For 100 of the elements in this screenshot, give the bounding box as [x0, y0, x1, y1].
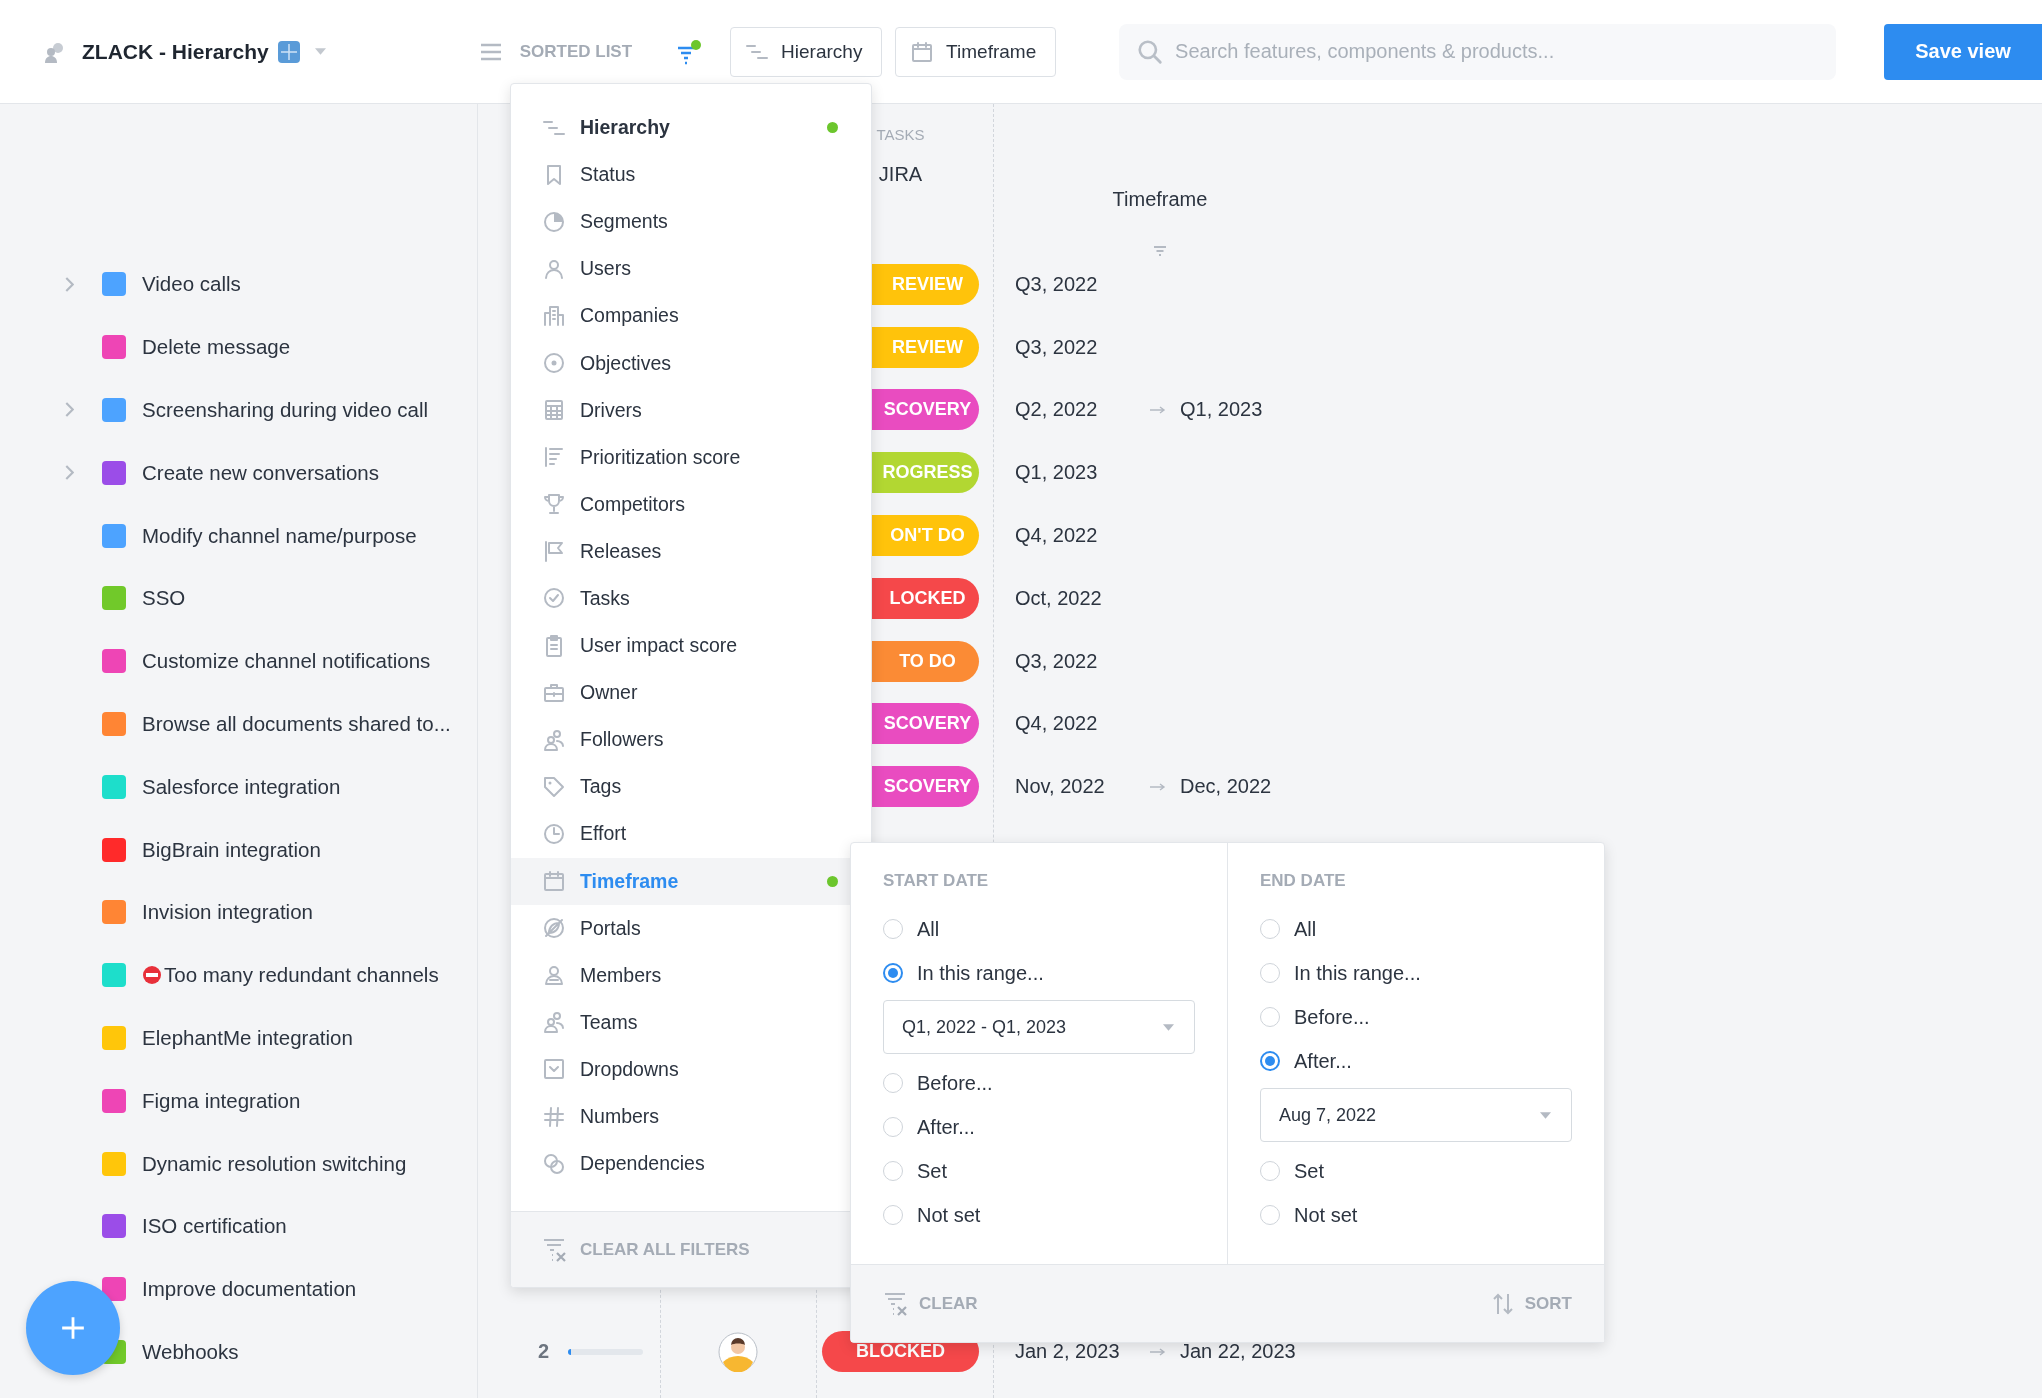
menu-item[interactable]: Drivers	[511, 386, 871, 434]
hash-icon	[542, 1104, 566, 1129]
feature-name[interactable]: Screensharing during video call	[142, 398, 429, 422]
menu-item[interactable]: Tasks	[511, 574, 871, 623]
start-date: Q4, 2022	[1015, 524, 1099, 548]
radio-option[interactable]: Before...	[1260, 995, 1572, 1039]
row-number: 2	[538, 1340, 551, 1364]
menu-item[interactable]: Numbers	[511, 1092, 871, 1141]
menu-item[interactable]: User impact score	[511, 622, 871, 670]
date-dropdown[interactable]: Aug 7, 2022	[1260, 1088, 1572, 1142]
dropdown-icon	[542, 1057, 566, 1082]
calculator-icon	[542, 398, 566, 423]
trophy-icon	[542, 492, 566, 517]
check-circle-icon	[542, 586, 566, 611]
tag-icon	[542, 774, 566, 799]
end-date: Q1, 2023	[1180, 398, 1264, 422]
feature-name[interactable]: BigBrain integration	[142, 837, 321, 862]
feature-name[interactable]: Salesforce integration	[142, 774, 341, 799]
buildings-icon	[542, 303, 566, 328]
search-input[interactable]: Search features, components & products...	[1173, 39, 1837, 64]
start-date: Q1, 2023	[1015, 461, 1099, 485]
radio-option[interactable]: In this range...	[1260, 951, 1572, 995]
filter-icon[interactable]	[1153, 245, 1167, 257]
link-icon	[542, 1151, 566, 1176]
feature-name[interactable]: Modify channel name/purpose	[142, 523, 417, 548]
chevron-icon[interactable]	[65, 402, 74, 418]
feature-name[interactable]: Video calls	[142, 272, 241, 297]
caret-icon	[1163, 1023, 1174, 1031]
chevron-icon[interactable]	[65, 465, 74, 481]
menu-item[interactable]: Users	[511, 245, 871, 293]
menu-item[interactable]: Followers	[511, 716, 871, 764]
menu-item[interactable]: Segments	[511, 198, 871, 246]
feature-name[interactable]: Dynamic resolution switching	[142, 1151, 407, 1176]
toolbar-button[interactable]: Timeframe	[895, 26, 1057, 77]
menu-item[interactable]: Status	[511, 151, 871, 199]
menu-item[interactable]: Hierarchy	[511, 104, 871, 152]
menu-item[interactable]: Tags	[511, 763, 871, 811]
radio-option[interactable]: Not set	[883, 1193, 1195, 1237]
radio-option[interactable]: All	[1260, 907, 1572, 951]
feature-name[interactable]: Too many redundant channels	[164, 963, 439, 988]
start-date: Q3, 2022	[1015, 335, 1099, 359]
menu-item[interactable]: Members	[511, 951, 871, 999]
filter-icon[interactable]	[676, 38, 703, 65]
radio-option[interactable]: In this range...	[883, 951, 1195, 995]
end-date: Jan 22, 2023	[1180, 1340, 1297, 1364]
column-header[interactable]: Timeframe	[1112, 188, 1208, 211]
search-field[interactable]: Search features, components & products...	[1119, 23, 1837, 80]
feature-name[interactable]: Customize channel notifications	[142, 649, 431, 674]
status-badge[interactable]: LOCKED	[872, 577, 979, 619]
menu-item[interactable]: Objectives	[511, 339, 871, 387]
add-button[interactable]	[26, 1281, 120, 1375]
feature-name[interactable]: ElephantMe integration	[142, 1025, 353, 1050]
menu-item[interactable]: Portals	[511, 904, 871, 952]
feature-name[interactable]: Figma integration	[142, 1088, 301, 1113]
feature-name[interactable]: Invision integration	[142, 900, 313, 925]
start-date: Nov, 2022	[1015, 775, 1106, 799]
feature-name[interactable]: Browse all documents shared to...	[142, 711, 451, 736]
column-header[interactable]: JIRA	[878, 163, 923, 186]
menu-item[interactable]: Competitors	[511, 480, 871, 528]
start-date: Q3, 2022	[1015, 649, 1099, 673]
plus-icon	[60, 1315, 86, 1341]
caret-icon[interactable]	[314, 48, 326, 55]
menu-icon	[479, 42, 502, 61]
menu-item[interactable]: Dropdowns	[511, 1045, 871, 1093]
radio-option[interactable]: After...	[1260, 1039, 1572, 1083]
avatar	[718, 1331, 758, 1372]
start-date: Oct, 2022	[1015, 586, 1103, 610]
menu-item[interactable]: Companies	[511, 292, 871, 340]
menu-item[interactable]: Releases	[511, 527, 871, 575]
user-icon	[542, 963, 566, 988]
start-date: Jan 2, 2023	[1015, 1340, 1121, 1364]
menu-item[interactable]: Effort	[511, 810, 871, 858]
menu-item[interactable]: Dependencies	[511, 1140, 871, 1188]
start-date: Q3, 2022	[1015, 272, 1099, 296]
menu-item[interactable]: Teams	[511, 998, 871, 1046]
feature-name[interactable]: Improve documentation	[142, 1277, 357, 1302]
pie-chart-icon	[542, 209, 566, 234]
view-title[interactable]: ZLACK - Hierarchy	[82, 39, 269, 64]
radio-option[interactable]: Not set	[1260, 1193, 1572, 1237]
radio-option[interactable]: All	[883, 907, 1195, 951]
feature-name[interactable]: Delete message	[142, 335, 291, 360]
radio-option[interactable]: Set	[883, 1149, 1195, 1193]
feature-name[interactable]: ISO certification	[142, 1214, 287, 1239]
feature-name[interactable]: Webhooks	[142, 1339, 239, 1364]
start-date: Q2, 2022	[1015, 398, 1099, 422]
radio-option[interactable]: Before...	[883, 1061, 1195, 1105]
menu-item[interactable]: Owner	[511, 669, 871, 717]
feature-name[interactable]: Create new conversations	[142, 460, 379, 485]
feature-name[interactable]: SSO	[142, 586, 186, 611]
arrow-icon	[1150, 782, 1166, 791]
list-icon	[542, 445, 566, 470]
radio-option[interactable]: After...	[883, 1105, 1195, 1149]
section-title: END DATE	[1260, 871, 1347, 891]
date-dropdown[interactable]: Q1, 2022 - Q1, 2023	[883, 1000, 1195, 1054]
arrow-icon	[1150, 406, 1166, 414]
toolbar-button[interactable]: Hierarchy	[730, 26, 883, 77]
radio-option[interactable]: Set	[1260, 1149, 1572, 1193]
calendar-icon	[542, 869, 566, 894]
chevron-icon[interactable]	[65, 276, 74, 292]
menu-item[interactable]: Prioritization score	[511, 433, 871, 481]
